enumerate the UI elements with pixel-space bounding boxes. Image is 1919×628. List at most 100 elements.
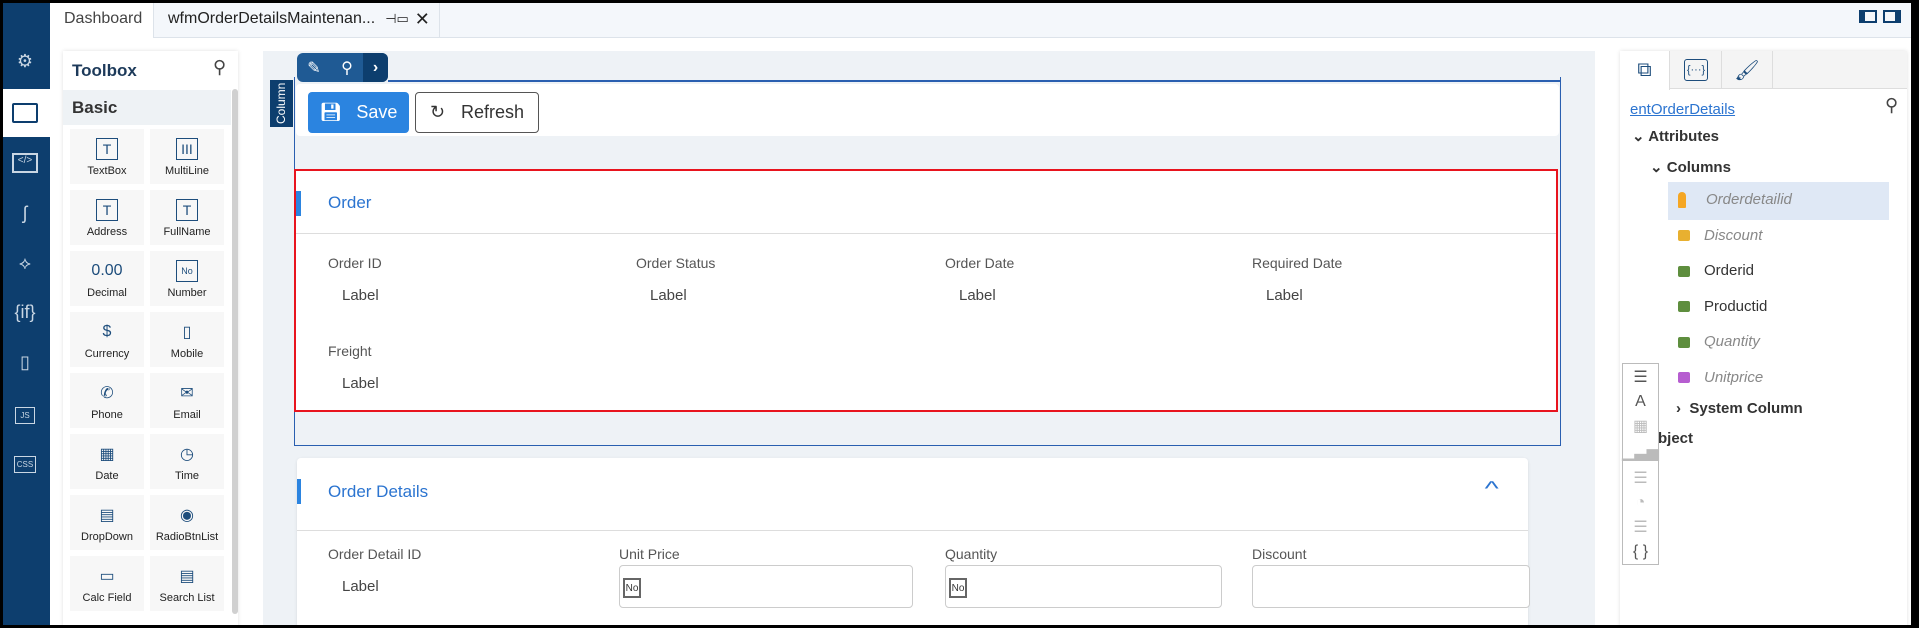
chevron-right-icon: › xyxy=(1676,400,1690,417)
order-details-section[interactable]: Order Details ^ Order Detail ID Label Un… xyxy=(297,458,1530,628)
entity-link[interactable]: entOrderDetails xyxy=(1630,101,1735,118)
toolbox-item-address[interactable]: T Address xyxy=(70,190,144,245)
field-value[interactable]: Label xyxy=(342,578,379,595)
field-label: Unit Price xyxy=(619,546,680,562)
field-value[interactable]: Label xyxy=(1266,287,1303,304)
system-column-node[interactable]: › System Column xyxy=(1676,400,1803,417)
form-icon[interactable] xyxy=(0,89,50,137)
chevron-up-icon[interactable]: ^ xyxy=(1485,478,1499,501)
field-label: Required Date xyxy=(1252,255,1343,271)
toolbox-item-textbox[interactable]: T TextBox xyxy=(70,129,144,184)
toolbox-item-fullname[interactable]: T FullName xyxy=(150,190,224,245)
scrollbar[interactable] xyxy=(232,89,238,614)
column-type-icon xyxy=(1678,301,1690,313)
if-icon[interactable]: {if} xyxy=(0,289,50,335)
css-icon[interactable]: CSS xyxy=(0,441,50,487)
node-label: System Column xyxy=(1689,400,1803,417)
tab-dashboard[interactable]: Dashboard xyxy=(50,0,154,38)
list-icon[interactable]: ☰ xyxy=(1633,517,1647,537)
field-value[interactable]: Label xyxy=(650,287,687,304)
edit-icon[interactable]: ✎ xyxy=(297,58,331,78)
column-item[interactable]: Discount xyxy=(1678,227,1762,244)
toolbox-item-dropdown[interactable]: ▤ DropDown xyxy=(70,495,144,550)
dropdown-icon: ▤ xyxy=(99,503,114,527)
toolbox-item-label: Decimal xyxy=(87,286,127,299)
hook-icon[interactable]: ʃ xyxy=(0,190,50,236)
column-name: Orderdetailid xyxy=(1706,191,1792,208)
tablet-icon[interactable]: ▯ xyxy=(0,339,50,385)
close-icon[interactable]: ✕ xyxy=(415,9,430,30)
columns-node[interactable]: ⌄ Columns xyxy=(1650,158,1731,176)
workflow-icon[interactable]: ⟡ xyxy=(0,240,50,286)
toolbox-item-number[interactable]: No Number xyxy=(150,251,224,306)
icon-glyph: ◉ xyxy=(180,506,194,524)
toolbox-item-decimal[interactable]: 0.00 Decimal xyxy=(70,251,144,306)
save-button[interactable]: 💾︎ Save xyxy=(308,92,409,133)
braces-icon[interactable]: { } xyxy=(1633,543,1648,561)
tab-wfm-order-details[interactable]: wfmOrderDetailsMaintenan... ⊣▭ ✕ xyxy=(154,0,440,38)
toolbox-item-multiline[interactable]: III MultiLine xyxy=(150,129,224,184)
chevron-right-icon[interactable]: › xyxy=(363,53,388,82)
field-label: Quantity xyxy=(945,546,998,562)
section-basic[interactable]: Basic xyxy=(63,90,231,125)
toolbox-item-radiobtnlist[interactable]: ◉ RadioBtnList xyxy=(150,495,224,550)
font-icon[interactable]: A xyxy=(1635,393,1646,411)
toolbox-item-label: Search List xyxy=(159,591,215,604)
layout-right-icon[interactable] xyxy=(1883,10,1901,23)
calc-field-icon: ▭ xyxy=(99,564,114,588)
toolbox-item-phone[interactable]: ✆ Phone xyxy=(70,373,144,428)
list-icon[interactable]: ☰ xyxy=(1633,468,1647,488)
order-section[interactable]: Order Order ID Label Order Status Label … xyxy=(294,169,1558,412)
toolbox-item-date[interactable]: ▦ Date xyxy=(70,434,144,489)
refresh-button[interactable]: ↻ Refresh xyxy=(415,92,539,133)
column-item[interactable]: Orderid xyxy=(1678,262,1754,279)
email-icon: ✉ xyxy=(180,381,193,405)
column-item[interactable]: Productid xyxy=(1678,298,1767,315)
grid-icon[interactable]: ▦ xyxy=(1633,416,1648,436)
field-label: Order Detail ID xyxy=(328,546,422,562)
column-item[interactable]: Orderdetailid xyxy=(1676,191,1792,209)
toolbox-item-label: Calc Field xyxy=(82,591,132,604)
toolbox-item-email[interactable]: ✉ Email xyxy=(150,373,224,428)
column-item[interactable]: Unitprice xyxy=(1678,369,1763,386)
frame-top xyxy=(388,80,1561,82)
toolbox-item-calc-field[interactable]: ▭ Calc Field xyxy=(70,556,144,611)
json-tab-icon[interactable]: {···} xyxy=(1671,51,1722,89)
column-item[interactable]: Quantity xyxy=(1678,333,1760,350)
toolbox-item-label: Phone xyxy=(91,408,123,421)
layout-left-icon[interactable] xyxy=(1859,10,1877,23)
object-node[interactable]: bject xyxy=(1658,430,1693,447)
field-value[interactable]: Label xyxy=(342,287,379,304)
search-icon[interactable]: ⚲ xyxy=(331,58,363,78)
refresh-clock-icon[interactable]: ◔ xyxy=(1636,494,1646,512)
field-value[interactable]: Label xyxy=(959,287,996,304)
sliders-icon[interactable]: ☰ xyxy=(1633,367,1647,387)
discount-input[interactable] xyxy=(1252,565,1530,608)
brush-tab-icon[interactable]: 🖌︎ xyxy=(1722,51,1773,89)
toolbox-item-currency[interactable]: $ Currency xyxy=(70,312,144,367)
time-icon: ◷ xyxy=(180,442,194,466)
unit-price-input[interactable]: No xyxy=(619,565,913,608)
toolbox-item-time[interactable]: ◷ Time xyxy=(150,434,224,489)
field-label: Order ID xyxy=(328,255,382,271)
search-icon[interactable]: ⚲ xyxy=(1885,95,1898,116)
icon-glyph: ✉ xyxy=(180,384,194,402)
chart-icon[interactable]: ▁▃▅ xyxy=(1622,442,1659,462)
icon-glyph: ▭ xyxy=(99,567,115,585)
address-icon: T xyxy=(96,198,118,222)
toolbox-item-search-list[interactable]: ▤ Search List xyxy=(150,556,224,611)
column-type-icon xyxy=(1678,336,1690,348)
field-value[interactable]: Label xyxy=(342,375,379,392)
settings-icon[interactable]: ⚙ xyxy=(0,38,50,84)
column-name: Orderid xyxy=(1704,262,1755,279)
quantity-input[interactable]: No xyxy=(945,565,1222,608)
column-tag[interactable]: Column xyxy=(270,80,293,127)
pin-icon[interactable]: ⊣▭ xyxy=(385,11,409,27)
entity-tab-icon[interactable]: ⧉ xyxy=(1620,51,1670,90)
search-icon[interactable]: ⚲ xyxy=(213,57,226,78)
textbox-icon: T xyxy=(96,137,118,161)
toolbox-item-mobile[interactable]: ▯ Mobile xyxy=(150,312,224,367)
attributes-node[interactable]: ⌄ Attributes xyxy=(1632,127,1719,145)
js-icon[interactable]: JS xyxy=(0,392,50,438)
code-icon[interactable]: </> xyxy=(0,140,50,186)
